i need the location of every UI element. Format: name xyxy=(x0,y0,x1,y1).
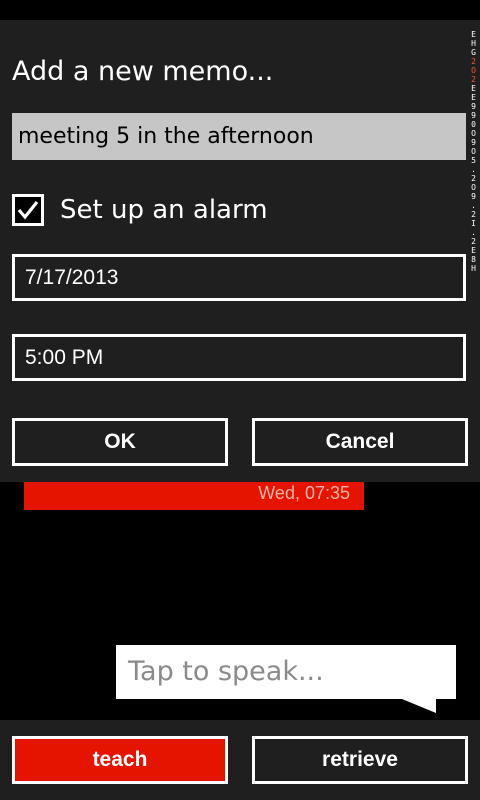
speech-prompt: Tap to speak... xyxy=(128,656,324,687)
teach-button[interactable]: teach xyxy=(12,736,228,784)
memo-item-time: Wed, 07:35 xyxy=(258,483,350,503)
speech-bubble-tail xyxy=(402,699,436,713)
alarm-time-field[interactable]: 5:00 PM xyxy=(12,334,466,381)
bottom-app-bar: teach retrieve xyxy=(0,720,480,800)
cancel-button[interactable]: Cancel xyxy=(252,418,468,466)
side-strip-accent: 2O2 xyxy=(469,57,478,84)
ok-button[interactable]: OK xyxy=(12,418,228,466)
retrieve-button[interactable]: retrieve xyxy=(252,736,468,784)
side-strip-text-1: EHG xyxy=(469,30,478,57)
alarm-date-field[interactable]: 7/17/2013 xyxy=(12,254,466,301)
memo-text-input[interactable]: meeting 5 in the afternoon xyxy=(12,113,466,160)
alarm-label: Set up an alarm xyxy=(60,195,268,225)
side-debug-strip: EHG2O2EE990O9O5.2O9.2I.2E8H xyxy=(467,30,479,402)
checkmark-icon xyxy=(17,201,39,220)
alarm-checkbox[interactable] xyxy=(12,194,44,226)
speech-bubble[interactable]: Tap to speak... xyxy=(116,645,456,699)
alarm-toggle-row[interactable]: Set up an alarm xyxy=(12,193,268,227)
memo-list-item[interactable]: Wed, 07:35 xyxy=(24,482,364,510)
dialog-title: Add a new memo... xyxy=(12,56,274,87)
add-memo-dialog: Add a new memo... meeting 5 in the after… xyxy=(0,20,480,482)
side-strip-text-2: EE990O9O5.2O9.2I.2E8H xyxy=(469,84,478,273)
